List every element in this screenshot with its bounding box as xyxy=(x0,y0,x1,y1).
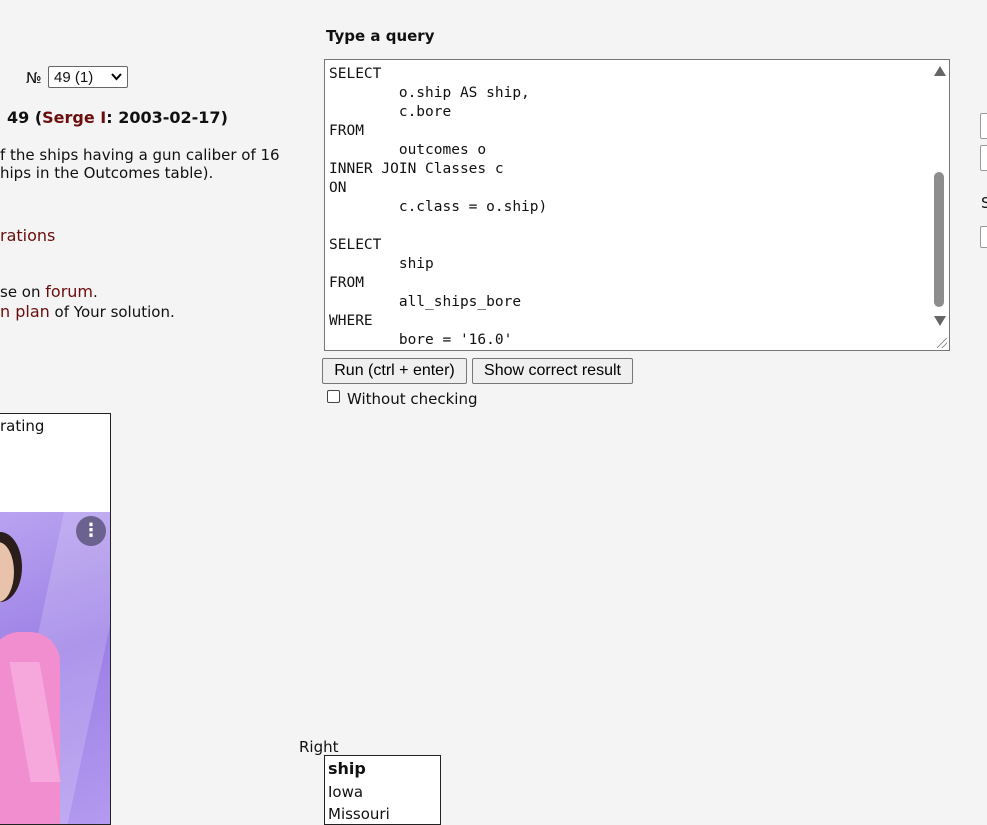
task-number-value: 49 (1) xyxy=(54,68,94,86)
task-number-label: № xyxy=(26,69,42,87)
task-author-link[interactable]: Serge I xyxy=(42,108,106,127)
query-scrollbar[interactable] xyxy=(929,60,949,350)
resize-grip-icon[interactable] xyxy=(937,338,947,348)
task-description: f the ships having a gun caliber of 16 h… xyxy=(0,146,296,182)
execution-plan-link[interactable]: n plan xyxy=(0,302,50,321)
result-cell: Iowa xyxy=(328,783,364,801)
plan-suffix: of Your solution. xyxy=(49,303,175,321)
result-column-header: ship xyxy=(328,759,366,778)
ad-image[interactable]: ⋮ xyxy=(0,512,110,824)
forum-suffix: . xyxy=(93,283,98,301)
scroll-up-arrow-icon[interactable] xyxy=(934,66,946,76)
right-edge-select[interactable] xyxy=(980,226,987,248)
more-options-icon[interactable]: ⋮ xyxy=(76,516,106,546)
rations-link[interactable]: rations xyxy=(0,226,55,245)
ad-label: rating xyxy=(0,417,45,435)
query-editor[interactable]: SELECT o.ship AS ship, c.bore FROM outco… xyxy=(324,59,950,351)
without-checking-checkbox[interactable] xyxy=(327,390,340,403)
show-correct-result-button[interactable]: Show correct result xyxy=(472,358,633,384)
task-number-select[interactable]: 49 (1) xyxy=(48,66,128,88)
run-button[interactable]: Run (ctrl + enter) xyxy=(322,358,467,384)
result-label: Right xyxy=(299,738,339,756)
task-description-line: hips in the Outcomes table). xyxy=(0,164,214,182)
query-text[interactable]: SELECT o.ship AS ship, c.bore FROM outco… xyxy=(329,65,547,350)
task-title-number: 49 ( xyxy=(7,108,43,127)
forum-link[interactable]: forum xyxy=(45,282,93,301)
right-edge-label: S xyxy=(981,194,987,212)
task-description-line: f the ships having a gun caliber of 16 xyxy=(0,146,280,164)
chevron-down-icon xyxy=(110,70,123,86)
right-edge-field[interactable] xyxy=(980,113,987,139)
result-cell: Missouri xyxy=(328,805,390,823)
forum-prefix: se on xyxy=(0,283,46,301)
forum-links: se on forum. n plan of Your solution. xyxy=(0,282,175,322)
right-edge-field[interactable] xyxy=(980,145,987,171)
task-date: : 2003-02-17) xyxy=(106,108,228,127)
ad-panel: rating ⋮ xyxy=(0,413,111,825)
scroll-down-arrow-icon[interactable] xyxy=(934,316,946,326)
scroll-thumb[interactable] xyxy=(934,172,944,307)
query-heading: Type a query xyxy=(326,27,435,45)
task-title: 49 (Serge I: 2003-02-17) xyxy=(7,108,228,127)
without-checking-label[interactable]: Without checking xyxy=(347,390,478,408)
result-table: ship Iowa Missouri xyxy=(324,755,441,825)
